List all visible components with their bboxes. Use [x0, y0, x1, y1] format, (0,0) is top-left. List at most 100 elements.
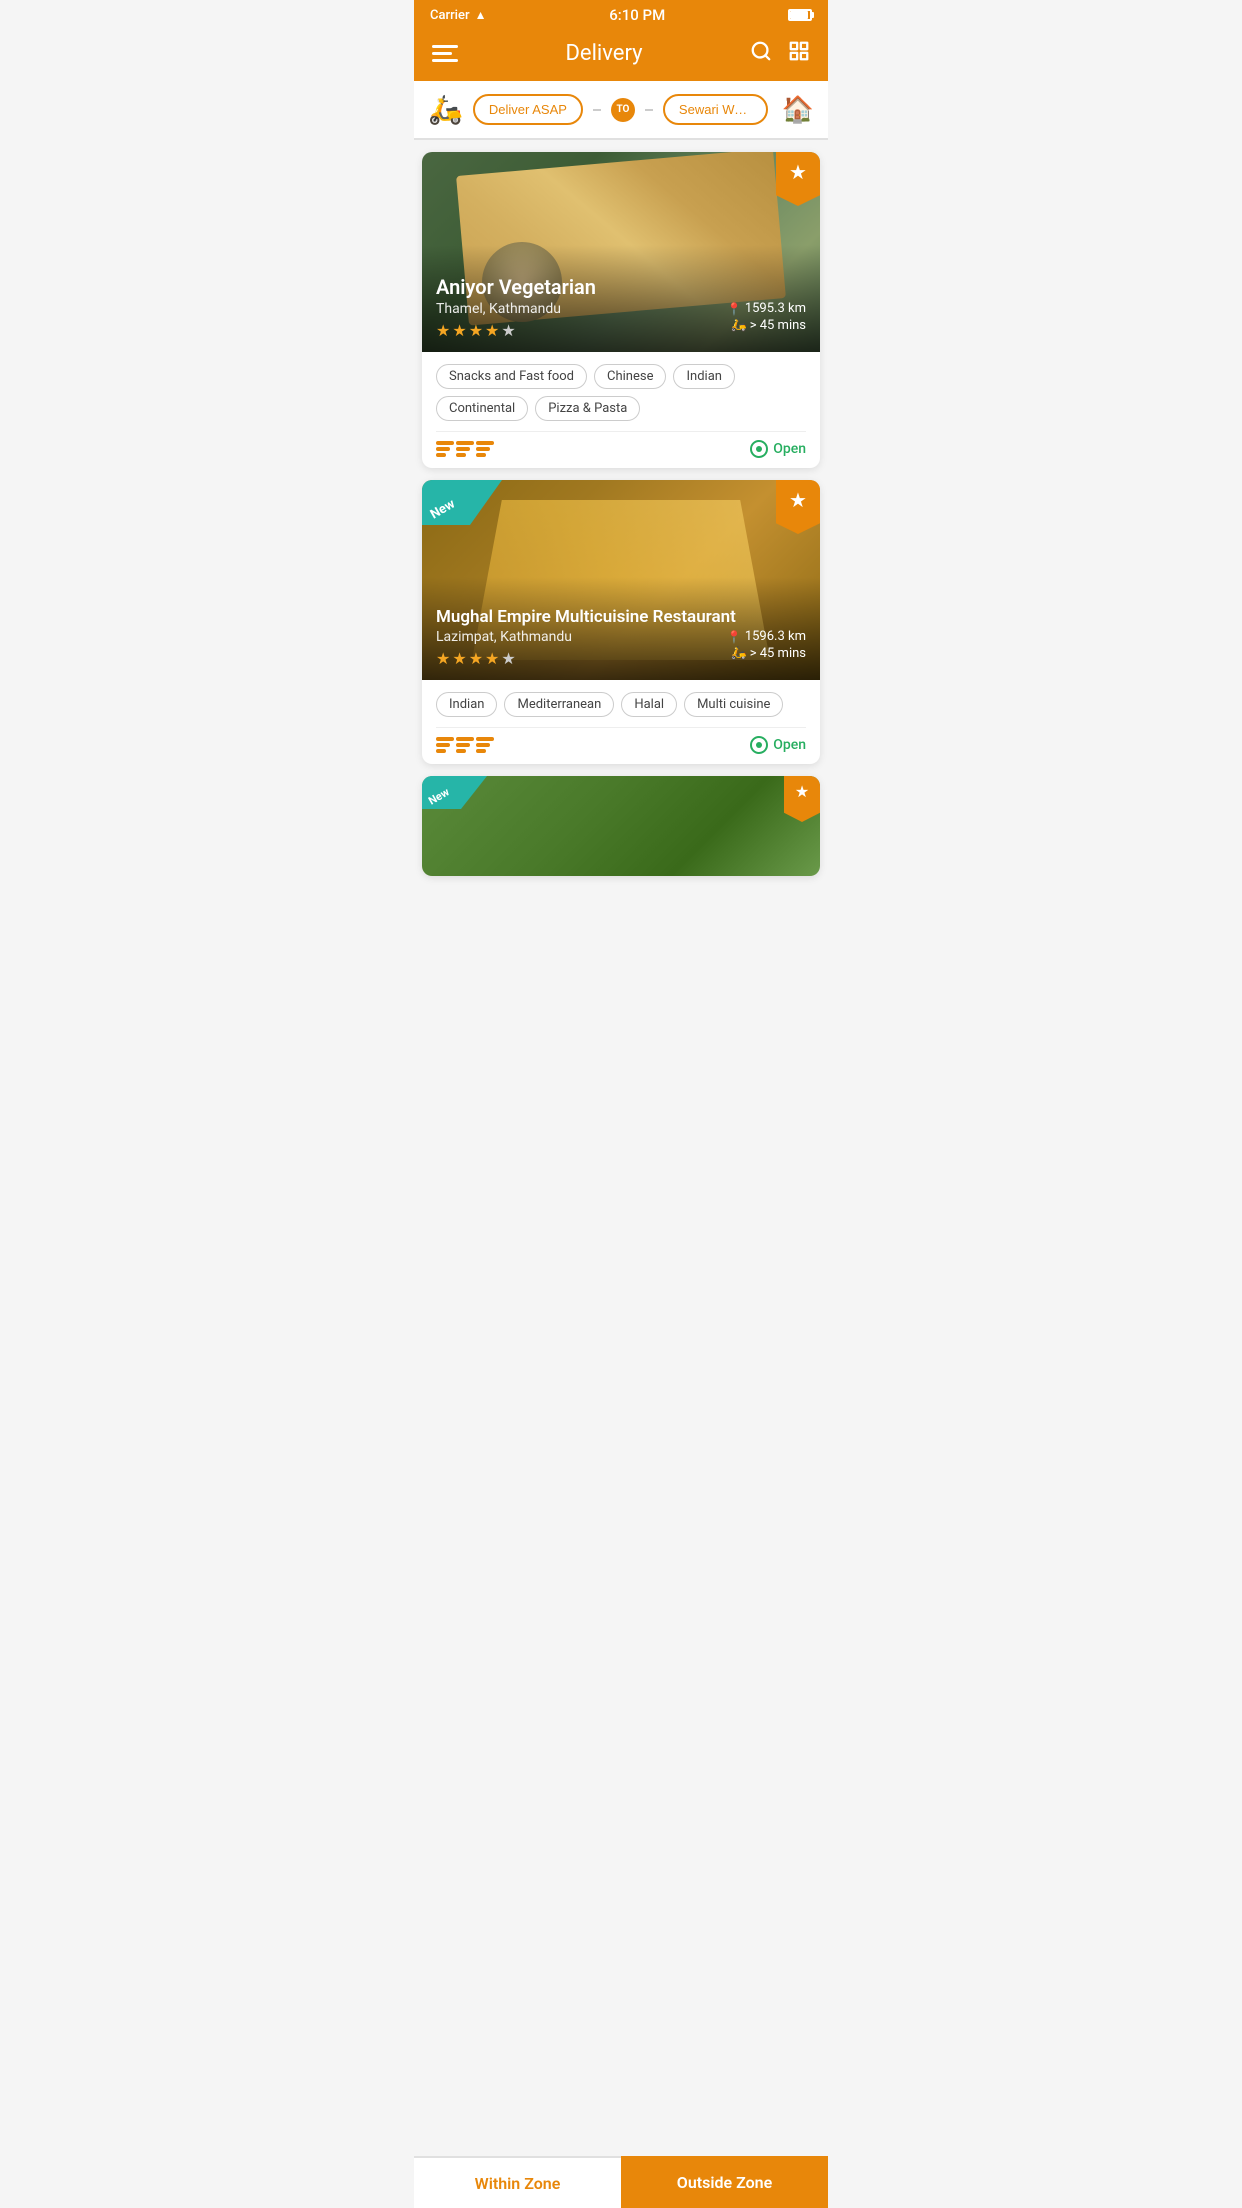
status-right	[788, 9, 812, 21]
deliver-asap-button[interactable]: Deliver ASAP	[473, 94, 583, 125]
to-badge: TO	[611, 98, 635, 122]
distance-2: 📍 1596.3 km	[727, 629, 806, 644]
price-indicator-2	[436, 737, 494, 753]
cuisine-tag-pizza[interactable]: Pizza & Pasta	[535, 396, 640, 421]
star-4: ★	[485, 321, 499, 340]
hamburger-line-1	[432, 45, 458, 48]
stars-row-2: ★ ★ ★ ★ ★	[436, 649, 572, 668]
card-bottom-2: Indian Mediterranean Halal Multi cuisine	[422, 680, 820, 764]
battery-icon	[788, 9, 812, 21]
favorite-badge-1[interactable]: ★	[776, 152, 820, 206]
cuisine-tag2-multi[interactable]: Multi cuisine	[684, 692, 783, 717]
card-info-overlay-1: Aniyor Vegetarian Thamel, Kathmandu ★ ★ …	[422, 245, 820, 352]
open-circle-icon-2	[750, 736, 768, 754]
open-status-2: Open	[750, 736, 806, 754]
card-bottom-1: Snacks and Fast food Chinese Indian Cont…	[422, 352, 820, 468]
restaurant-name-1: Aniyor Vegetarian	[436, 275, 806, 299]
restaurant-image-2: New ★ Mughal Empire Multicuisine Restaur…	[422, 480, 820, 680]
time-2: 🛵 > 45 mins	[727, 646, 806, 661]
cuisine-tags-2: Indian Mediterranean Halal Multi cuisine	[436, 692, 806, 717]
cuisine-tags-1: Snacks and Fast food Chinese Indian Cont…	[436, 364, 806, 421]
cuisine-tag-snacks[interactable]: Snacks and Fast food	[436, 364, 587, 389]
price-stack-2-2	[456, 737, 474, 753]
favorite-star-icon-3: ★	[795, 782, 809, 801]
restaurant-meta-1: 📍 1595.3 km 🛵 > 45 mins	[727, 301, 806, 333]
favorite-badge-2[interactable]: ★	[776, 480, 820, 534]
search-icon[interactable]	[750, 40, 772, 67]
card-footer-1: Open	[436, 431, 806, 458]
header-icons	[750, 40, 810, 67]
hamburger-line-2	[432, 52, 452, 55]
star-1: ★	[436, 321, 450, 340]
star-5: ★	[501, 321, 515, 340]
cuisine-tag2-indian[interactable]: Indian	[436, 692, 497, 717]
open-status-1: Open	[750, 440, 806, 458]
to-line-right	[645, 109, 653, 111]
third-card-image: New ★	[422, 776, 820, 876]
pin-icon-2: 📍	[727, 630, 742, 644]
price-stack-3	[476, 441, 494, 457]
star2-1: ★	[436, 649, 450, 668]
pin-icon-1: 📍	[727, 302, 742, 316]
star-2: ★	[452, 321, 466, 340]
price-stack-2-3	[476, 737, 494, 753]
time-1: 🛵 > 45 mins	[727, 318, 806, 333]
cuisine-tag2-mediterranean[interactable]: Mediterranean	[504, 692, 614, 717]
star-3: ★	[469, 321, 483, 340]
restaurant-location-1: Thamel, Kathmandu	[436, 301, 561, 317]
zone-bar: Within Zone Outside Zone	[414, 2156, 828, 2208]
carrier-label: Carrier	[430, 8, 470, 23]
price-stack-1	[436, 441, 454, 457]
cuisine-tag-indian[interactable]: Indian	[673, 364, 734, 389]
status-time: 6:10 PM	[609, 6, 665, 24]
price-stack-2-1	[436, 737, 454, 753]
restaurant-image-1: ★ Aniyor Vegetarian Thamel, Kathmandu ★ …	[422, 152, 820, 352]
price-indicator-1	[436, 441, 494, 457]
restaurant-location-2: Lazimpat, Kathmandu	[436, 629, 572, 645]
address-button[interactable]: Sewari Wadala Roa...	[663, 94, 768, 125]
star2-3: ★	[469, 649, 483, 668]
restaurant-meta-2: 📍 1596.3 km 🛵 > 45 mins	[727, 629, 806, 661]
card-footer-2: Open	[436, 727, 806, 754]
distance-1: 📍 1595.3 km	[727, 301, 806, 316]
scooter-mini-1: 🛵	[731, 318, 747, 333]
star2-4: ★	[485, 649, 499, 668]
header: Delivery	[414, 30, 828, 81]
stars-row-1: ★ ★ ★ ★ ★	[436, 321, 561, 340]
cuisine-tag2-halal[interactable]: Halal	[621, 692, 677, 717]
star2-5: ★	[501, 649, 515, 668]
restaurant-card-2[interactable]: New ★ Mughal Empire Multicuisine Restaur…	[422, 480, 820, 764]
restaurant-card-1[interactable]: ★ Aniyor Vegetarian Thamel, Kathmandu ★ …	[422, 152, 820, 468]
page-title: Delivery	[565, 41, 642, 66]
status-left: Carrier ▲	[430, 8, 486, 23]
cuisine-tag-continental[interactable]: Continental	[436, 396, 528, 421]
scooter-mini-2: 🛵	[731, 646, 747, 661]
within-zone-button[interactable]: Within Zone	[414, 2156, 621, 2208]
home-icon[interactable]: 🏠	[782, 95, 814, 125]
restaurant-card-3[interactable]: New ★	[422, 776, 820, 876]
restaurant-name-2: Mughal Empire Multicuisine Restaurant	[436, 607, 806, 627]
status-bar: Carrier ▲ 6:10 PM	[414, 0, 828, 30]
location-row-1: Thamel, Kathmandu ★ ★ ★ ★ ★ 📍 1595.3 km	[436, 301, 806, 340]
to-line-left	[593, 109, 601, 111]
wifi-icon: ▲	[475, 8, 487, 22]
scooter-icon: 🛵	[428, 93, 463, 126]
location-row-2: Lazimpat, Kathmandu ★ ★ ★ ★ ★ 📍 1596.3 k…	[436, 629, 806, 668]
filter-icon[interactable]	[788, 40, 810, 67]
card-info-overlay-2: Mughal Empire Multicuisine Restaurant La…	[422, 577, 820, 680]
open-label-1: Open	[773, 441, 806, 457]
cuisine-tag-chinese[interactable]: Chinese	[594, 364, 666, 389]
outside-zone-button[interactable]: Outside Zone	[621, 2156, 828, 2208]
favorite-star-icon: ★	[789, 160, 807, 184]
hamburger-line-3	[432, 59, 458, 62]
star2-2: ★	[452, 649, 466, 668]
favorite-star-icon-2: ★	[789, 488, 807, 512]
open-label-2: Open	[773, 737, 806, 753]
delivery-bar: 🛵 Deliver ASAP TO Sewari Wadala Roa... 🏠	[414, 81, 828, 140]
hamburger-menu[interactable]	[432, 45, 458, 62]
favorite-badge-3[interactable]: ★	[784, 776, 820, 822]
new-badge-label-3: New	[426, 785, 451, 807]
price-stack-2	[456, 441, 474, 457]
open-circle-icon-1	[750, 440, 768, 458]
new-badge-label: New	[428, 497, 458, 523]
